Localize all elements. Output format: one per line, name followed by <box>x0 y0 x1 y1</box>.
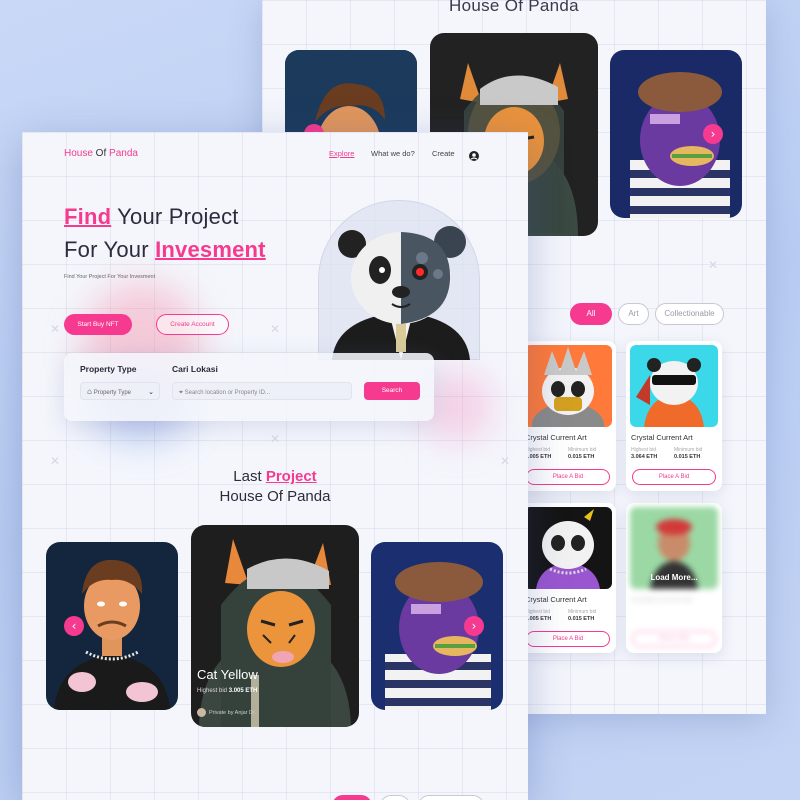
property-type-label: Property Type <box>80 364 137 374</box>
logo-word-panda: Panda <box>109 148 138 159</box>
featured-owner: Private by Anjar Dr. <box>197 708 256 717</box>
nft-thumbnail <box>524 507 612 589</box>
nft-card-blurred: Crystal Current Art Place A Bid Load Mor… <box>626 503 722 653</box>
nft-min-value: 0.015 ETH <box>674 454 701 460</box>
hero-title-line1: Find Your Project <box>64 204 239 230</box>
nft-min-label: Minimum bid <box>568 447 597 453</box>
decor-cross: ✕ <box>708 258 719 272</box>
decor-cross: ✕ <box>50 454 61 468</box>
decor-cross: ✕ <box>50 322 61 336</box>
property-type-select[interactable]: ⌂ Property Type ⌄ <box>80 382 160 400</box>
location-search-input[interactable]: ⌖ Search location or Property ID... <box>172 382 352 400</box>
place-bid-button[interactable]: Place A Bid <box>526 631 610 647</box>
location-label: Cari Lokasi <box>172 364 218 374</box>
featured-title: Cat Yellow <box>197 667 258 682</box>
featured-bid-value: 3.005 ETH <box>228 688 258 694</box>
logo-word-house: House <box>64 148 93 159</box>
nft-name: Crystal Current Art <box>525 595 587 604</box>
section-title-pre: Last <box>233 468 266 485</box>
filter-pill[interactable] <box>380 795 410 800</box>
nft-min-value: 0.015 ETH <box>568 616 595 622</box>
nav-explore[interactable]: Explore <box>329 149 354 158</box>
place-bid-button[interactable]: Place A Bid <box>526 469 610 485</box>
nft-card[interactable]: Crystal Current Art Highest bid 3.005 ET… <box>520 503 616 653</box>
start-buy-nft-button[interactable]: Start Buy NFT <box>64 314 132 335</box>
nft-bid-value: 3.064 ETH <box>631 454 658 460</box>
nft-thumbnail <box>524 345 612 427</box>
nft-min-label: Minimum bid <box>674 447 703 453</box>
nft-thumbnail <box>630 345 718 427</box>
section-title-highlight: Project <box>265 468 317 485</box>
hero-line2-pre: For Your <box>64 237 156 262</box>
chevron-left-icon[interactable]: ‹ <box>64 616 84 636</box>
nft-name: Crystal Current Art <box>525 433 587 442</box>
featured-bid-label: Highest bid <box>197 688 228 694</box>
nft-min-value: 0.015 ETH <box>568 454 595 460</box>
nav-create[interactable]: Create <box>432 149 455 158</box>
featured-nft-card[interactable]: Cat Yellow Highest bid 3.005 ETH Private… <box>191 525 359 727</box>
brand-logo[interactable]: House Of Panda <box>64 148 138 159</box>
hero-highlight-find: Find <box>64 204 112 229</box>
user-icon[interactable] <box>469 148 479 161</box>
place-bid-button: Place A Bid <box>632 631 716 647</box>
logo-word-of: Of <box>92 148 110 159</box>
hero-line1-rest: Your Project <box>111 204 239 229</box>
property-type-value: Property Type <box>93 390 131 396</box>
location-pin-icon: ⌖ <box>179 388 183 396</box>
search-button[interactable]: Search <box>364 382 420 400</box>
nft-card[interactable]: Crystal Current Art Highest bid 3.064 ET… <box>626 341 722 491</box>
carousel-next-button[interactable]: › <box>703 124 723 144</box>
nft-name: Crystal Current Art <box>631 433 693 442</box>
filter-collectionable[interactable]: Collectionable <box>655 303 724 325</box>
hero-highlight-invesment: Invesment <box>155 237 266 262</box>
filter-art[interactable]: Art <box>618 303 649 325</box>
nft-card[interactable]: Crystal Current Art Highest bid 3.005 ET… <box>520 341 616 491</box>
filter-pill[interactable] <box>418 795 484 800</box>
nft-bid-value: 3.005 ETH <box>525 454 552 460</box>
filter-pill[interactable] <box>332 795 372 800</box>
hero-subtitle: Find Your Project For Your Invesment <box>64 274 156 280</box>
nft-min-label: Minimum bid <box>568 609 597 615</box>
front-page: ✕ ✕ ✕ ✕ ✕ House Of Panda Explore What we… <box>22 132 528 800</box>
hero-panda-image <box>322 218 480 360</box>
nft-bid-value: 3.005 ETH <box>525 616 552 622</box>
filter-all[interactable]: All <box>570 303 612 325</box>
decor-cross: ✕ <box>500 454 511 468</box>
nav-what-we-do[interactable]: What we do? <box>371 149 415 158</box>
nft-name: Crystal Current Art <box>631 595 693 604</box>
property-search-panel: Property Type Cari Lokasi ⌂ Property Typ… <box>64 353 434 421</box>
featured-owner-name: Private by Anjar Dr. <box>209 709 257 716</box>
back-page-title: House Of Panda <box>449 0 579 15</box>
create-account-button[interactable]: Create Account <box>156 314 229 335</box>
nft-bid-label: Highest bid <box>631 447 657 453</box>
decor-cross: ✕ <box>270 322 281 336</box>
featured-bid: Highest bid 3.005 ETH <box>197 688 257 694</box>
avatar <box>197 708 206 717</box>
hero-title-line2: For Your Invesment <box>64 237 266 263</box>
section-title-line2: House Of Panda <box>219 488 331 505</box>
chevron-down-icon: ⌄ <box>148 388 154 396</box>
chevron-right-icon[interactable]: › <box>464 616 484 636</box>
home-icon: ⌂ <box>87 387 93 396</box>
location-search-placeholder: Search location or Property ID... <box>184 390 270 396</box>
decor-cross: ✕ <box>270 432 281 446</box>
section-title-line1: Last Project <box>22 468 528 485</box>
load-more-button[interactable]: Load More... <box>626 573 722 582</box>
place-bid-button[interactable]: Place A Bid <box>632 469 716 485</box>
nft-bid-label: Highest bid <box>525 609 551 615</box>
nft-bid-label: Highest bid <box>525 447 551 453</box>
